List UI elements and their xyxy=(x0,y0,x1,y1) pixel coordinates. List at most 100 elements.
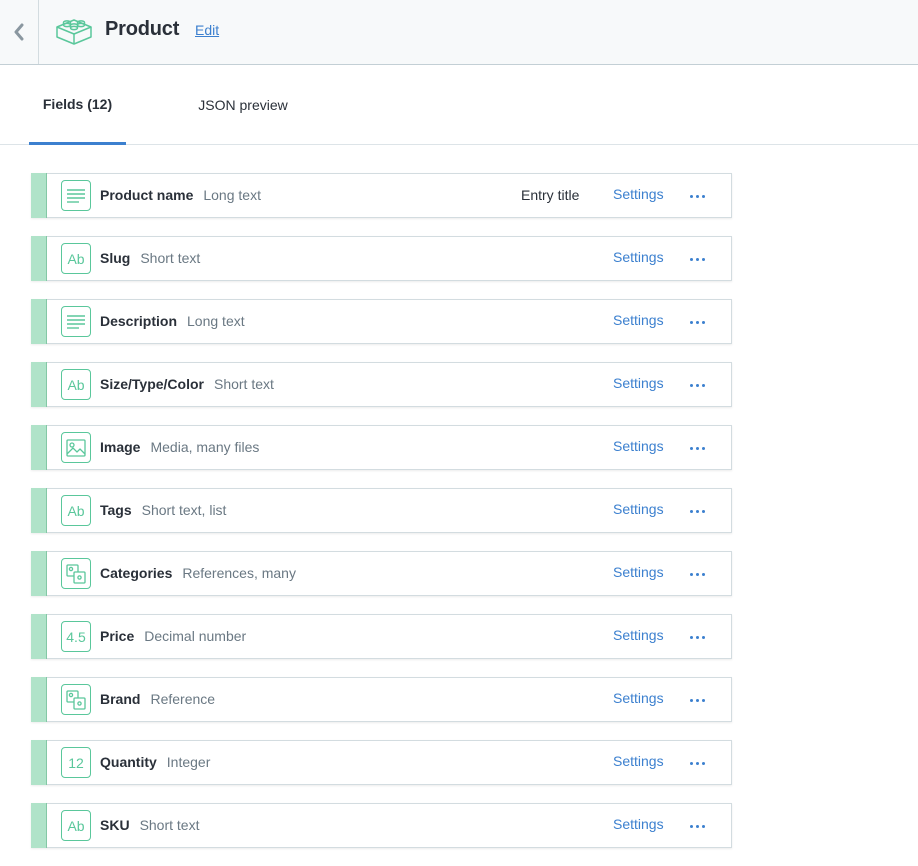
more-options-icon[interactable] xyxy=(686,310,708,334)
short-text-icon: Ab xyxy=(61,810,91,841)
field-row[interactable]: 4.5 Price Decimal number Settings xyxy=(31,614,732,659)
tab-fields[interactable]: Fields (12) xyxy=(29,65,126,145)
settings-link[interactable]: Settings xyxy=(613,375,664,391)
field-type-label: Long text xyxy=(187,313,245,329)
settings-link[interactable]: Settings xyxy=(613,438,664,454)
drag-handle[interactable] xyxy=(31,803,47,848)
media-icon xyxy=(61,432,91,463)
more-options-icon[interactable] xyxy=(686,688,708,712)
field-name-label: Categories xyxy=(100,565,173,581)
field-row[interactable]: Brand Reference Settings xyxy=(31,677,732,722)
field-name-label: Brand xyxy=(100,691,141,707)
field-name: SKU Short text xyxy=(100,817,199,833)
more-options-icon[interactable] xyxy=(686,562,708,586)
field-type-label: Integer xyxy=(166,754,211,770)
field-row[interactable]: Product name Long text Entry title Settings xyxy=(31,173,732,218)
field-row[interactable]: Description Long text Settings xyxy=(31,299,732,344)
field-name: Product name Long text xyxy=(100,187,261,203)
more-options-icon[interactable] xyxy=(686,625,708,649)
field-type-label: Short text xyxy=(139,817,200,833)
field-name: Size/Type/Color Short text xyxy=(100,376,274,392)
long-text-icon xyxy=(61,306,91,337)
reference-icon xyxy=(61,558,91,589)
integer-icon: 12 xyxy=(61,747,91,778)
field-list: Product name Long text Entry title Settings… xyxy=(31,173,732,866)
field-type-label: Decimal number xyxy=(144,628,247,644)
more-options-icon[interactable] xyxy=(686,184,708,208)
field-name-label: Price xyxy=(100,628,135,644)
settings-link[interactable]: Settings xyxy=(613,249,664,265)
drag-handle[interactable] xyxy=(31,614,47,659)
field-row[interactable]: 12 Quantity Integer Settings xyxy=(31,740,732,785)
short-text-icon: Ab xyxy=(61,495,91,526)
field-name-label: Quantity xyxy=(100,754,157,770)
drag-handle[interactable] xyxy=(31,740,47,785)
edit-link[interactable]: Edit xyxy=(195,22,219,38)
page-title: Product xyxy=(105,18,180,40)
field-row[interactable]: Ab Slug Short text Settings xyxy=(31,236,732,281)
field-row[interactable]: Ab Size/Type/Color Short text Settings xyxy=(31,362,732,407)
field-name-label: Slug xyxy=(100,250,131,266)
long-text-icon xyxy=(61,180,91,211)
field-row[interactable]: Categories References, many Settings xyxy=(31,551,732,596)
more-options-icon[interactable] xyxy=(686,373,708,397)
field-name: Categories References, many xyxy=(100,565,296,581)
chevron-left-icon xyxy=(14,23,24,41)
more-options-icon[interactable] xyxy=(686,814,708,838)
settings-link[interactable]: Settings xyxy=(613,186,664,202)
field-name: Description Long text xyxy=(100,313,245,329)
more-options-icon[interactable] xyxy=(686,751,708,775)
drag-handle[interactable] xyxy=(31,488,47,533)
drag-handle[interactable] xyxy=(31,299,47,344)
drag-handle[interactable] xyxy=(31,362,47,407)
field-type-label: Reference xyxy=(150,691,216,707)
content-type-header: Product Edit xyxy=(0,0,918,65)
field-name-label: Image xyxy=(100,439,141,455)
settings-link[interactable]: Settings xyxy=(613,753,664,769)
settings-link[interactable]: Settings xyxy=(613,564,664,580)
drag-handle[interactable] xyxy=(31,425,47,470)
more-options-icon[interactable] xyxy=(686,247,708,271)
field-name: Slug Short text xyxy=(100,250,200,266)
settings-link[interactable]: Settings xyxy=(613,690,664,706)
field-type-label: References, many xyxy=(182,565,296,581)
field-name-label: SKU xyxy=(100,817,130,833)
field-name-label: Product name xyxy=(100,187,194,203)
field-type-label: Media, many files xyxy=(150,439,260,455)
field-type-label: Short text, list xyxy=(141,502,227,518)
field-row[interactable]: Ab Tags Short text, list Settings xyxy=(31,488,732,533)
icon-text: 4.5 xyxy=(66,628,86,645)
drag-handle[interactable] xyxy=(31,173,47,218)
drag-handle[interactable] xyxy=(31,551,47,596)
field-type-label: Short text xyxy=(140,250,201,266)
field-row[interactable]: Image Media, many files Settings xyxy=(31,425,732,470)
field-name: Brand Reference xyxy=(100,691,215,707)
field-type-label: Short text xyxy=(213,376,274,392)
field-name: Tags Short text, list xyxy=(100,502,226,518)
field-name: Price Decimal number xyxy=(100,628,246,644)
icon-text: Ab xyxy=(67,817,85,834)
icon-text: Ab xyxy=(67,376,85,393)
tab-json-preview[interactable]: JSON preview xyxy=(182,65,304,144)
icon-text: Ab xyxy=(67,250,85,267)
short-text-icon: Ab xyxy=(61,369,91,400)
short-text-icon: Ab xyxy=(61,243,91,274)
icon-text: Ab xyxy=(67,502,85,519)
entry-title-label: Entry title xyxy=(521,187,580,203)
field-name-label: Size/Type/Color xyxy=(100,376,204,392)
content-type-icon xyxy=(56,19,92,45)
more-options-icon[interactable] xyxy=(686,499,708,523)
field-row[interactable]: Ab SKU Short text Settings xyxy=(31,803,732,848)
settings-link[interactable]: Settings xyxy=(613,312,664,328)
decimal-icon: 4.5 xyxy=(61,621,91,652)
settings-link[interactable]: Settings xyxy=(613,816,664,832)
more-options-icon[interactable] xyxy=(686,436,708,460)
drag-handle[interactable] xyxy=(31,236,47,281)
drag-handle[interactable] xyxy=(31,677,47,722)
icon-text: 12 xyxy=(68,754,84,771)
settings-link[interactable]: Settings xyxy=(613,627,664,643)
settings-link[interactable]: Settings xyxy=(613,501,664,517)
reference-icon xyxy=(61,684,91,715)
tab-bar: Fields (12) JSON preview xyxy=(0,65,918,145)
back-button[interactable] xyxy=(0,0,39,64)
